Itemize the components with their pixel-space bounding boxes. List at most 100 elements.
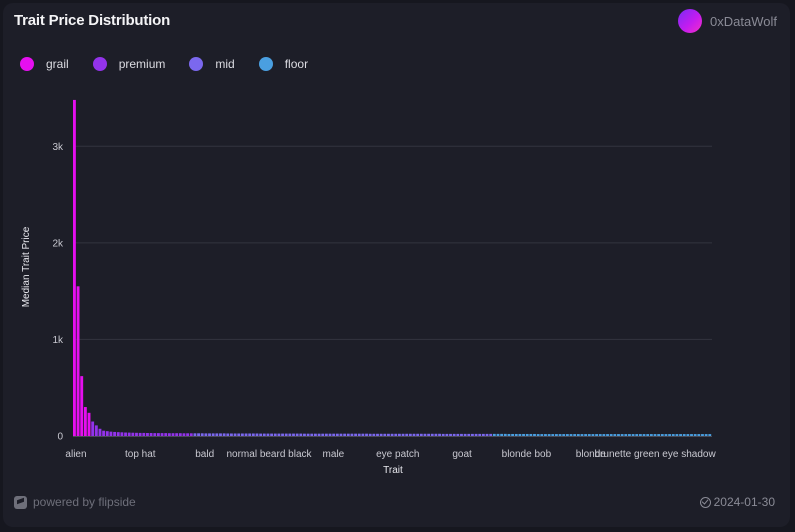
bar-floor[interactable] — [554, 434, 558, 436]
bar-floor[interactable] — [657, 434, 661, 436]
bar-mid[interactable] — [350, 433, 354, 436]
bar-mid[interactable] — [270, 433, 274, 436]
bar-mid[interactable] — [284, 433, 288, 436]
bar-mid[interactable] — [401, 433, 405, 436]
bar-floor[interactable] — [540, 434, 544, 436]
bar-floor[interactable] — [682, 434, 686, 436]
bar-mid[interactable] — [368, 433, 372, 436]
bar-floor[interactable] — [503, 433, 507, 436]
bar-floor[interactable] — [580, 434, 584, 436]
bar-mid[interactable] — [277, 433, 281, 436]
bar-floor[interactable] — [514, 433, 518, 436]
bar-mid[interactable] — [471, 433, 474, 436]
bar-mid[interactable] — [357, 433, 361, 436]
bar-mid[interactable] — [346, 433, 350, 436]
bar-grail[interactable] — [83, 407, 87, 436]
bar-floor[interactable] — [547, 434, 551, 436]
bar-mid[interactable] — [408, 433, 412, 436]
bar-mid[interactable] — [394, 433, 398, 436]
bar-mid[interactable] — [317, 433, 321, 436]
bar-floor[interactable] — [613, 434, 617, 436]
bar-premium[interactable] — [138, 432, 142, 436]
bar-floor[interactable] — [701, 434, 704, 436]
bar-premium[interactable] — [113, 431, 117, 436]
bar-mid[interactable] — [281, 433, 284, 436]
bar-mid[interactable] — [299, 433, 303, 436]
bar-premium[interactable] — [131, 432, 135, 436]
bar-premium[interactable] — [91, 421, 95, 436]
bar-mid[interactable] — [449, 433, 452, 436]
bar-floor[interactable] — [573, 434, 577, 436]
bar-floor[interactable] — [675, 434, 679, 436]
bar-premium[interactable] — [109, 431, 113, 436]
bar-mid[interactable] — [251, 433, 255, 436]
bar-mid[interactable] — [343, 433, 347, 436]
bar-premium[interactable] — [116, 432, 120, 436]
bar-premium[interactable] — [146, 433, 149, 436]
bar-mid[interactable] — [273, 433, 277, 436]
bar-grail[interactable] — [76, 286, 80, 436]
bar-premium[interactable] — [160, 433, 164, 436]
bar-mid[interactable] — [438, 433, 441, 436]
bar-mid[interactable] — [222, 433, 226, 436]
bar-mid[interactable] — [423, 433, 427, 436]
bar-mid[interactable] — [306, 433, 310, 436]
bar-floor[interactable] — [536, 434, 540, 436]
bar-floor[interactable] — [704, 434, 708, 436]
bar-floor[interactable] — [569, 434, 573, 436]
bar-premium[interactable] — [102, 430, 106, 436]
bar-premium[interactable] — [189, 433, 193, 436]
bar-grail[interactable] — [87, 412, 91, 436]
bar-mid[interactable] — [321, 433, 325, 436]
bar-mid[interactable] — [226, 433, 230, 436]
bar-floor[interactable] — [609, 434, 613, 436]
bar-mid[interactable] — [383, 433, 387, 436]
bar-mid[interactable] — [339, 433, 343, 436]
bar-mid[interactable] — [248, 433, 252, 436]
bar-mid[interactable] — [255, 433, 259, 436]
bar-mid[interactable] — [361, 433, 365, 436]
bar-premium[interactable] — [186, 433, 190, 436]
bar-mid[interactable] — [262, 433, 266, 436]
bar-mid[interactable] — [244, 433, 248, 436]
bar-floor[interactable] — [496, 433, 500, 436]
bar-mid[interactable] — [237, 433, 241, 436]
bar-mid[interactable] — [441, 433, 445, 436]
bar-mid[interactable] — [474, 433, 478, 436]
bar-premium[interactable] — [127, 432, 131, 436]
bar-mid[interactable] — [292, 433, 295, 436]
bar-grail[interactable] — [80, 376, 84, 436]
bar-premium[interactable] — [182, 433, 186, 436]
bar-floor[interactable] — [653, 434, 657, 436]
bar-mid[interactable] — [427, 433, 431, 436]
bar-mid[interactable] — [230, 433, 233, 436]
bar-mid[interactable] — [387, 433, 390, 436]
bar-floor[interactable] — [628, 434, 631, 436]
bar-mid[interactable] — [193, 433, 197, 436]
bar-floor[interactable] — [649, 434, 653, 436]
bar-mid[interactable] — [219, 433, 222, 436]
powered-by[interactable]: powered by flipside — [14, 494, 136, 510]
bar-floor[interactable] — [646, 434, 650, 436]
bar-mid[interactable] — [405, 433, 409, 436]
bar-premium[interactable] — [135, 432, 138, 436]
bar-mid[interactable] — [419, 433, 423, 436]
bar-mid[interactable] — [335, 433, 339, 436]
bar-mid[interactable] — [379, 433, 383, 436]
bar-floor[interactable] — [533, 433, 536, 436]
bar-mid[interactable] — [233, 433, 237, 436]
bar-floor[interactable] — [602, 434, 606, 436]
bar-floor[interactable] — [668, 434, 672, 436]
bar-mid[interactable] — [452, 433, 456, 436]
bar-mid[interactable] — [365, 433, 368, 436]
bar-premium[interactable] — [153, 433, 157, 436]
bar-floor[interactable] — [686, 434, 690, 436]
bar-mid[interactable] — [259, 433, 263, 436]
bar-mid[interactable] — [372, 433, 376, 436]
bar-mid[interactable] — [485, 433, 489, 436]
bar-floor[interactable] — [525, 433, 529, 436]
bar-floor[interactable] — [690, 434, 693, 436]
bar-floor[interactable] — [558, 434, 562, 436]
bar-mid[interactable] — [295, 433, 299, 436]
bar-floor[interactable] — [551, 434, 555, 436]
